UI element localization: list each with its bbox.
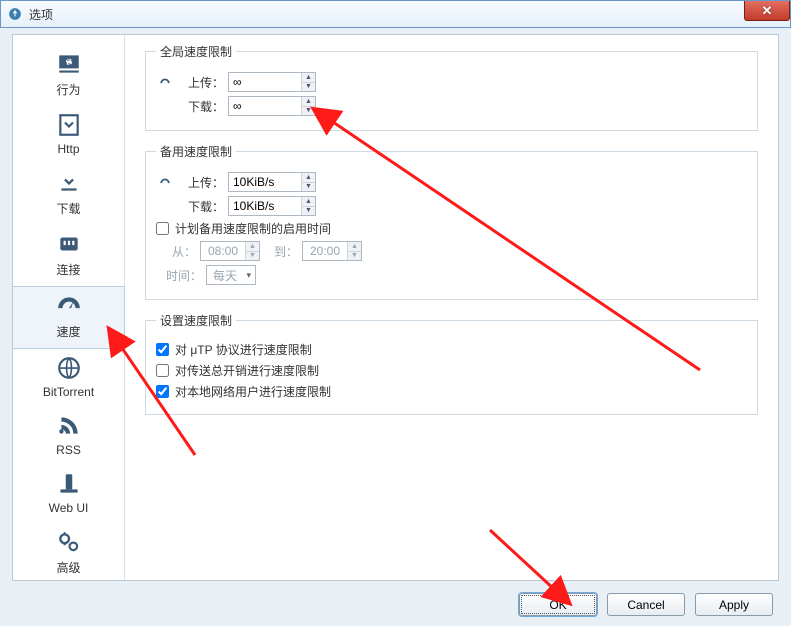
download-label: 下载： <box>180 98 224 115</box>
group-set-limit: 设置速度限制 对 μTP 协议进行速度限制 对传送总开销进行速度限制 对本地网络… <box>145 312 758 415</box>
gear-monitor-icon <box>54 49 84 79</box>
alt-upload-spin[interactable]: ▲▼ <box>228 172 316 192</box>
spin-up[interactable]: ▲ <box>302 173 315 183</box>
server-icon <box>54 469 84 499</box>
opt-utp-label: 对 μTP 协议进行速度限制 <box>175 341 312 358</box>
spin-down[interactable]: ▼ <box>302 83 315 92</box>
sidebar-item-behavior[interactable]: 行为 <box>13 45 124 106</box>
dialog-body: 行为 Http 下载 连接 速度 BitTorrent RSS Web UI <box>12 34 779 581</box>
spin-down[interactable]: ▼ <box>302 183 315 192</box>
global-upload-input[interactable] <box>229 73 301 91</box>
to-time-input <box>303 242 347 260</box>
sidebar: 行为 Http 下载 连接 速度 BitTorrent RSS Web UI <box>13 35 125 580</box>
group-legend: 备用速度限制 <box>156 143 236 160</box>
close-icon: ✕ <box>762 3 773 19</box>
content-pane: 全局速度限制 上传： ▲▼ 下载： ▲▼ 备用速度限制 <box>125 35 778 580</box>
from-label: 从： <box>166 243 196 260</box>
from-time-spin: ▲▼ <box>200 241 260 261</box>
sidebar-item-label: 下载 <box>56 200 80 217</box>
opt-lan-label: 对本地网络用户进行速度限制 <box>175 383 331 400</box>
close-button[interactable]: ✕ <box>744 1 790 21</box>
time-label: 时间： <box>166 267 202 284</box>
row-alt-download: 下载： ▲▼ <box>156 196 747 216</box>
days-combo: 每天 <box>206 265 256 285</box>
spin-up[interactable]: ▲ <box>302 197 315 207</box>
sidebar-item-advanced[interactable]: 高级 <box>13 523 124 584</box>
sidebar-item-label: Web UI <box>49 501 89 515</box>
opt-overhead-checkbox[interactable]: 对传送总开销进行速度限制 <box>156 362 747 379</box>
app-icon <box>7 6 23 22</box>
download-label: 下载： <box>180 198 224 215</box>
sidebar-item-label: Http <box>57 142 79 156</box>
spin-up[interactable]: ▲ <box>302 97 315 107</box>
row-alt-upload: 上传： ▲▼ <box>156 172 747 192</box>
rss-icon <box>54 411 84 441</box>
to-label: 到： <box>268 243 298 260</box>
upload-label: 上传： <box>180 74 224 91</box>
sidebar-item-bittorrent[interactable]: BitTorrent <box>13 349 124 407</box>
download-box-icon <box>54 110 84 140</box>
sidebar-item-rss[interactable]: RSS <box>13 407 124 465</box>
sidebar-item-label: BitTorrent <box>43 385 94 399</box>
opt-lan-checkbox[interactable]: 对本地网络用户进行速度限制 <box>156 383 747 400</box>
global-download-input[interactable] <box>229 97 301 115</box>
ethernet-icon <box>54 229 84 259</box>
opt-overhead-label: 对传送总开销进行速度限制 <box>175 362 319 379</box>
sidebar-item-label: 行为 <box>56 81 80 98</box>
download-icon <box>54 168 84 198</box>
from-time-input <box>201 242 245 260</box>
schedule-checkbox-input[interactable] <box>156 222 169 235</box>
titlebar: 选项 ✕ <box>0 0 791 28</box>
sidebar-item-label: RSS <box>56 443 81 457</box>
gauge-icon <box>156 175 174 189</box>
opt-overhead-input[interactable] <box>156 364 169 377</box>
spin-up[interactable]: ▲ <box>302 73 315 83</box>
spin-down[interactable]: ▼ <box>302 207 315 216</box>
alt-download-input[interactable] <box>229 197 301 215</box>
gauge-icon <box>156 75 174 89</box>
window-title: 选项 <box>29 6 53 23</box>
gears-icon <box>54 527 84 557</box>
global-download-spin[interactable]: ▲▼ <box>228 96 316 116</box>
alt-upload-input[interactable] <box>229 173 301 191</box>
group-global-limit: 全局速度限制 上传： ▲▼ 下载： ▲▼ <box>145 43 758 131</box>
upload-label: 上传： <box>180 174 224 191</box>
schedule-checkbox-label: 计划备用速度限制的启用时间 <box>175 220 331 237</box>
spin-down[interactable]: ▼ <box>302 107 315 116</box>
row-schedule-time: 从： ▲▼ 到： ▲▼ <box>166 241 747 261</box>
sidebar-item-download[interactable]: 下载 <box>13 164 124 225</box>
dialog-footer: OK Cancel Apply <box>519 593 773 616</box>
row-global-upload: 上传： ▲▼ <box>156 72 747 92</box>
group-legend: 全局速度限制 <box>156 43 236 60</box>
sidebar-item-http[interactable]: Http <box>13 106 124 164</box>
to-time-spin: ▲▼ <box>302 241 362 261</box>
cancel-button[interactable]: Cancel <box>607 593 685 616</box>
sidebar-item-label: 高级 <box>56 559 80 576</box>
sidebar-item-label: 速度 <box>56 323 80 340</box>
sidebar-item-speed[interactable]: 速度 <box>13 286 125 349</box>
globe-icon <box>54 353 84 383</box>
schedule-checkbox[interactable]: 计划备用速度限制的启用时间 <box>156 220 747 237</box>
global-upload-spin[interactable]: ▲▼ <box>228 72 316 92</box>
group-legend: 设置速度限制 <box>156 312 236 329</box>
group-alt-limit: 备用速度限制 上传： ▲▼ 下载： ▲▼ 计划备用速度限制的启用时间 <box>145 143 758 300</box>
opt-lan-input[interactable] <box>156 385 169 398</box>
opt-utp-checkbox[interactable]: 对 μTP 协议进行速度限制 <box>156 341 747 358</box>
sidebar-item-connect[interactable]: 连接 <box>13 225 124 286</box>
ok-button[interactable]: OK <box>519 593 597 616</box>
opt-utp-input[interactable] <box>156 343 169 356</box>
row-global-download: 下载： ▲▼ <box>156 96 747 116</box>
apply-button[interactable]: Apply <box>695 593 773 616</box>
alt-download-spin[interactable]: ▲▼ <box>228 196 316 216</box>
sidebar-item-label: 连接 <box>56 261 80 278</box>
row-schedule-days: 时间： 每天 <box>166 265 747 285</box>
speedometer-icon <box>54 291 84 321</box>
sidebar-item-webui[interactable]: Web UI <box>13 465 124 523</box>
